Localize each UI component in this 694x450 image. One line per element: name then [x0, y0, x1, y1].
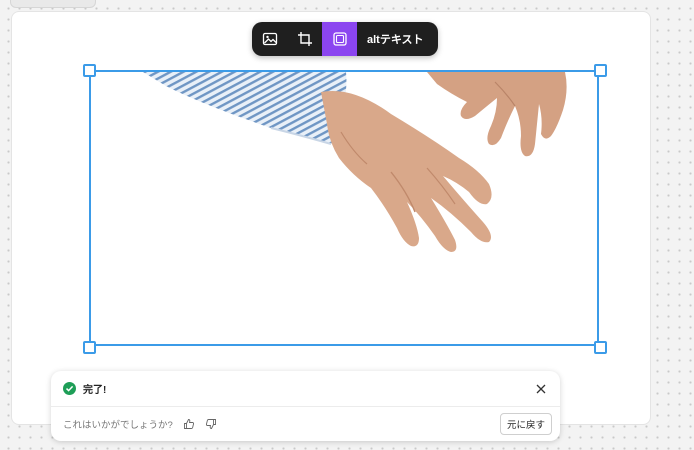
top-tab[interactable]: [10, 0, 96, 8]
undo-button[interactable]: 元に戻す: [499, 413, 552, 435]
crop-icon: [297, 32, 312, 46]
close-toast-button[interactable]: [534, 382, 548, 396]
feedback-question: これはいかがでしょうか?: [63, 420, 173, 431]
thumbs-up-icon: [183, 419, 194, 429]
thumbs-down-icon: [205, 419, 216, 429]
close-icon: [536, 384, 546, 393]
frame-icon: [332, 32, 347, 46]
hands-image: [143, 72, 567, 252]
resize-handle-bottom-left[interactable]: [83, 341, 96, 354]
alt-text-button[interactable]: altテキスト: [357, 31, 436, 47]
crop-button[interactable]: [287, 22, 322, 56]
toast-header: 完了!: [51, 371, 560, 407]
selected-image-frame[interactable]: [89, 70, 599, 346]
frame-button[interactable]: [322, 22, 357, 56]
replace-image-button[interactable]: [252, 22, 287, 56]
check-circle-icon: [63, 382, 76, 395]
completion-toast: 完了! これはいかがでしょうか? 元に戻す: [51, 371, 560, 441]
resize-handle-top-left[interactable]: [83, 64, 96, 77]
resize-handle-bottom-right[interactable]: [594, 341, 607, 354]
thumbs-down-button[interactable]: [203, 416, 219, 432]
thumbs-up-button[interactable]: [181, 416, 197, 432]
resize-handle-top-right[interactable]: [594, 64, 607, 77]
image-toolbar: altテキスト: [252, 22, 438, 56]
toast-feedback-row: これはいかがでしょうか? 元に戻す: [51, 407, 560, 441]
image-icon: [262, 32, 277, 46]
toast-message: 完了!: [83, 385, 107, 396]
